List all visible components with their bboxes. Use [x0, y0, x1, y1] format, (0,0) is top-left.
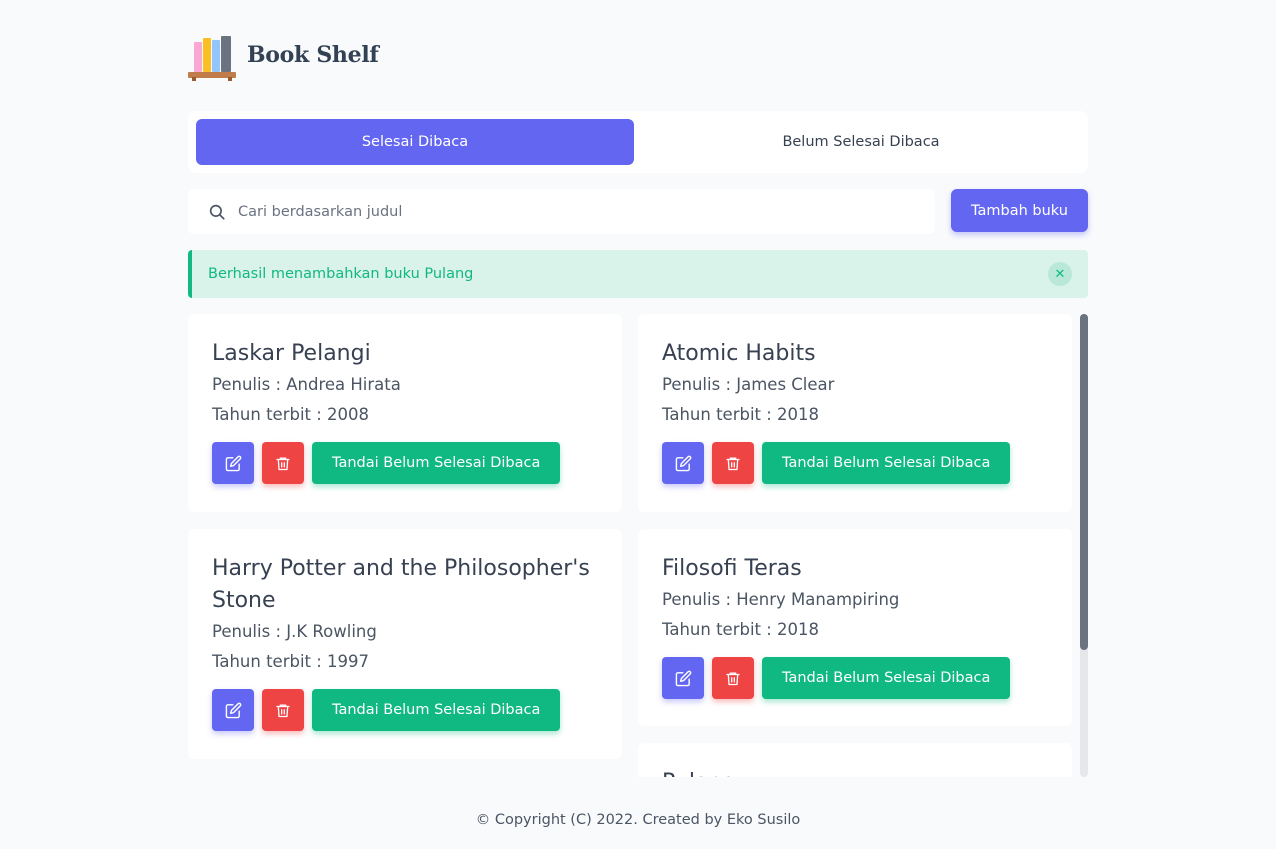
trash-icon — [276, 704, 290, 717]
book-author: Penulis : James Clear — [662, 375, 835, 394]
book-year: Tahun terbit : 2018 — [662, 405, 820, 424]
delete-button[interactable] — [712, 442, 754, 484]
book-title: Pulang — [662, 767, 1048, 777]
header: Book Shelf — [188, 30, 379, 81]
mark-unread-button[interactable]: Tandai Belum Selesai Dibaca — [762, 442, 1011, 484]
alert-message: Berhasil menambahkan buku Pulang — [208, 266, 474, 282]
delete-button[interactable] — [712, 657, 754, 699]
trash-icon — [726, 672, 740, 685]
book-card: Atomic Habits Penulis : James Clear Tahu… — [638, 314, 1072, 512]
book-year: Tahun terbit : 2018 — [662, 620, 820, 639]
success-alert: Berhasil menambahkan buku Pulang ✕ — [188, 250, 1088, 298]
trash-icon — [276, 457, 290, 470]
book-list[interactable]: Laskar Pelangi Penulis : Andrea Hirata T… — [188, 314, 1088, 777]
tab-belum-selesai-dibaca[interactable]: Belum Selesai Dibaca — [642, 119, 1080, 165]
book-author: Penulis : Henry Manampiring — [662, 590, 900, 609]
mark-unread-button[interactable]: Tandai Belum Selesai Dibaca — [312, 689, 561, 731]
book-actions: Tandai Belum Selesai Dibaca — [662, 442, 1048, 484]
book-card: Pulang — [638, 743, 1072, 777]
search-input[interactable] — [238, 203, 838, 220]
book-card: Laskar Pelangi Penulis : Andrea Hirata T… — [188, 314, 622, 512]
book-actions: Tandai Belum Selesai Dibaca — [212, 442, 598, 484]
edit-icon — [225, 455, 241, 471]
book-card: Harry Potter and the Philosopher's Stone… — [188, 529, 622, 759]
close-icon[interactable]: ✕ — [1048, 262, 1072, 286]
bookshelf-icon — [188, 32, 236, 81]
book-title: Harry Potter and the Philosopher's Stone — [212, 556, 590, 613]
search-icon — [209, 204, 225, 220]
add-book-button[interactable]: Tambah buku — [951, 189, 1088, 232]
edit-button[interactable] — [662, 657, 704, 699]
edit-icon — [225, 702, 241, 718]
footer-copyright: © Copyright (C) 2022. Created by Eko Sus… — [475, 812, 801, 828]
book-title: Laskar Pelangi — [212, 341, 371, 366]
scrollbar-thumb[interactable] — [1080, 314, 1088, 650]
app-title: Book Shelf — [247, 42, 379, 68]
edit-icon — [675, 670, 691, 686]
tab-bar: Selesai Dibaca Belum Selesai Dibaca — [188, 111, 1088, 173]
edit-button[interactable] — [662, 442, 704, 484]
book-year: Tahun terbit : 1997 — [212, 652, 370, 671]
mark-unread-button[interactable]: Tandai Belum Selesai Dibaca — [312, 442, 561, 484]
trash-icon — [726, 457, 740, 470]
book-title: Filosofi Teras — [662, 556, 802, 581]
edit-button[interactable] — [212, 442, 254, 484]
book-actions: Tandai Belum Selesai Dibaca — [662, 657, 1048, 699]
edit-icon — [675, 455, 691, 471]
tab-selesai-dibaca[interactable]: Selesai Dibaca — [196, 119, 634, 165]
edit-button[interactable] — [212, 689, 254, 731]
book-card: Filosofi Teras Penulis : Henry Manampiri… — [638, 529, 1072, 726]
book-author: Penulis : Andrea Hirata — [212, 375, 401, 394]
book-title: Atomic Habits — [662, 341, 816, 366]
mark-unread-button[interactable]: Tandai Belum Selesai Dibaca — [762, 657, 1011, 699]
book-year: Tahun terbit : 2008 — [212, 405, 370, 424]
book-author: Penulis : J.K Rowling — [212, 622, 377, 641]
delete-button[interactable] — [262, 689, 304, 731]
search-box — [188, 189, 935, 234]
delete-button[interactable] — [262, 442, 304, 484]
book-actions: Tandai Belum Selesai Dibaca — [212, 689, 598, 731]
